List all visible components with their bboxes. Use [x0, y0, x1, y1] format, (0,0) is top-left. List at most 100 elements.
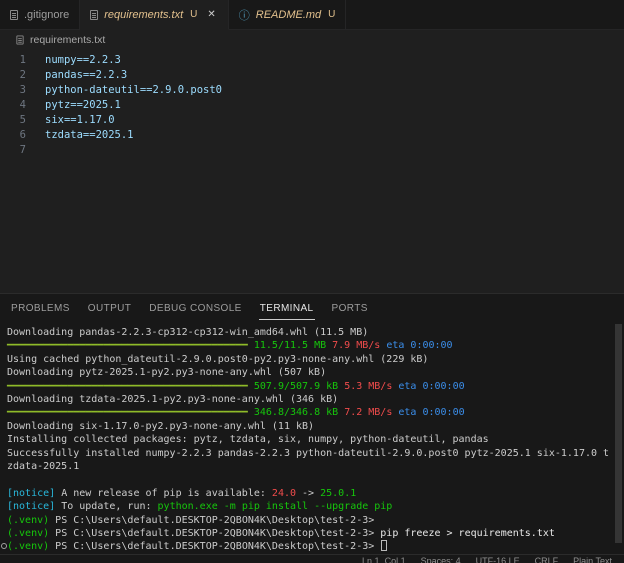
git-untracked-badge: U: [328, 9, 335, 20]
status-item-plain-text[interactable]: Plain Text: [573, 555, 612, 563]
terminal-line: [notice] To update, run: python.exe -m p…: [7, 500, 610, 513]
terminal-line: Downloading six-1.17.0-py2.py3-none-any.…: [7, 420, 610, 433]
terminal-text: ━━━━━━━━━━━━━━━━━━━━━━━━━━━━━━━━━━━━━━━━: [7, 340, 248, 351]
panel-tab-output[interactable]: OUTPUT: [87, 297, 133, 320]
terminal-text: pip freeze > requirements.txt: [374, 528, 555, 539]
terminal-text: Downloading pytz-2025.1-py2.py3-none-any…: [7, 367, 326, 378]
terminal[interactable]: Downloading pandas-2.2.3-cp312-cp312-win…: [0, 322, 624, 554]
terminal-line: Downloading pytz-2025.1-py2.py3-none-any…: [7, 366, 610, 379]
editor-line[interactable]: 6tzdata==2025.1: [0, 128, 624, 143]
terminal-text: eta 0:00:00: [398, 381, 464, 392]
terminal-line: Successfully installed numpy-2.2.3 panda…: [7, 447, 610, 460]
editor-line[interactable]: 3python-dateutil==2.9.0.post0: [0, 83, 624, 98]
tab-label: README.md: [256, 9, 321, 21]
terminal-text: 11.5/11.5 MB: [254, 340, 326, 351]
terminal-text: (.venv): [7, 528, 49, 539]
terminal-line: Installing collected packages: pytz, tzd…: [7, 433, 610, 446]
terminal-text: ━━━━━━━━━━━━━━━━━━━━━━━━━━━━━━━━━━━━━━━━: [7, 381, 248, 392]
line-number: 4: [0, 98, 26, 113]
terminal-line: (.venv) PS C:\Users\default.DESKTOP-2QBO…: [7, 527, 610, 540]
terminal-text: Using cached python_dateutil-2.9.0.post0…: [7, 354, 428, 365]
panel-tab-problems[interactable]: PROBLEMS: [10, 297, 71, 320]
line-number: 5: [0, 113, 26, 128]
terminal-text: PS C:\Users\default.DESKTOP-2QBON4K\Desk…: [49, 541, 380, 552]
terminal-text: zdata-2025.1: [7, 461, 79, 472]
git-untracked-badge: U: [190, 9, 197, 20]
code-text: tzdata==2025.1: [26, 128, 134, 143]
terminal-text: 507.9/507.9 kB: [254, 381, 338, 392]
file-icon: [10, 10, 18, 20]
close-icon[interactable]: ✕: [205, 8, 217, 21]
terminal-text: Downloading pandas-2.2.3-cp312-cp312-win…: [7, 327, 368, 338]
panel-tab-terminal[interactable]: TERMINAL: [259, 297, 315, 320]
terminal-line: Downloading tzdata-2025.1-py2.py3-none-a…: [7, 393, 610, 406]
tab-label: requirements.txt: [104, 9, 183, 21]
breadcrumb[interactable]: requirements.txt: [0, 30, 624, 50]
status-bar: Ln 1, Col 1 Spaces: 4 UTF-16 LE CRLF Plain T…: [0, 554, 624, 563]
line-number: 7: [0, 143, 26, 158]
terminal-line: Using cached python_dateutil-2.9.0.post0…: [7, 353, 610, 366]
terminal-cursor: [381, 540, 387, 551]
terminal-text: Downloading tzdata-2025.1-py2.py3-none-a…: [7, 394, 338, 405]
tab-label: .gitignore: [24, 9, 69, 21]
terminal-text: 7.9 MB/s: [332, 340, 380, 351]
readme-info-icon: ⓘ: [239, 7, 250, 23]
terminal-line: ━━━━━━━━━━━━━━━━━━━━━━━━━━━━━━━━━━━━━━━━…: [7, 380, 610, 393]
code-text: pytz==2025.1: [26, 98, 121, 113]
terminal-text: eta 0:00:00: [386, 340, 452, 351]
breadcrumb-filename: requirements.txt: [30, 34, 105, 46]
line-number: 6: [0, 128, 26, 143]
terminal-scrollbar[interactable]: [615, 324, 622, 552]
code-editor[interactable]: 1numpy==2.2.32pandas==2.2.33python-dateu…: [0, 50, 624, 293]
terminal-line: zdata-2025.1: [7, 460, 610, 473]
editor-line[interactable]: 5six==1.17.0: [0, 113, 624, 128]
terminal-text: To update, run:: [55, 501, 157, 512]
scrollbar-thumb[interactable]: [615, 324, 622, 543]
code-text: six==1.17.0: [26, 113, 115, 128]
panel-tab-ports[interactable]: PORTS: [331, 297, 369, 320]
terminal-text: Successfully installed numpy-2.2.3 panda…: [7, 448, 609, 459]
terminal-text: python.exe -m pip install --upgrade pip: [158, 501, 393, 512]
code-text: numpy==2.2.3: [26, 53, 121, 68]
code-text: [26, 143, 45, 158]
status-item-utf-16-le[interactable]: UTF-16 LE: [476, 555, 520, 563]
panel-tab-debug-console[interactable]: DEBUG CONSOLE: [148, 297, 242, 320]
editor-line[interactable]: 2pandas==2.2.3: [0, 68, 624, 83]
terminal-line: ━━━━━━━━━━━━━━━━━━━━━━━━━━━━━━━━━━━━━━━━…: [7, 339, 610, 352]
line-number: 1: [0, 53, 26, 68]
terminal-line: (.venv) PS C:\Users\default.DESKTOP-2QBO…: [7, 540, 610, 553]
terminal-text: (.venv): [7, 541, 49, 552]
terminal-text: ->: [296, 488, 320, 499]
terminal-text: (.venv): [7, 515, 49, 526]
terminal-text: 7.2 MB/s: [344, 407, 392, 418]
status-item-ln-1-col-1[interactable]: Ln 1, Col 1: [362, 555, 406, 563]
terminal-text: ━━━━━━━━━━━━━━━━━━━━━━━━━━━━━━━━━━━━━━━━: [7, 407, 248, 418]
terminal-text: eta 0:00:00: [398, 407, 464, 418]
terminal-line: ━━━━━━━━━━━━━━━━━━━━━━━━━━━━━━━━━━━━━━━━…: [7, 406, 610, 419]
status-item-spaces-4[interactable]: Spaces: 4: [421, 555, 461, 563]
tab-readme-md[interactable]: ⓘ README.md U: [229, 0, 347, 29]
terminal-text: A new release of pip is available:: [55, 488, 272, 499]
tab-gitignore[interactable]: .gitignore: [0, 0, 80, 29]
file-icon: [90, 10, 98, 20]
terminal-text: 5.3 MB/s: [344, 381, 392, 392]
panel-tab-bar: PROBLEMS OUTPUT DEBUG CONSOLE TERMINAL PORTS: [0, 294, 624, 322]
code-text: pandas==2.2.3: [26, 68, 127, 83]
file-icon: [16, 36, 23, 45]
code-text: python-dateutil==2.9.0.post0: [26, 83, 222, 98]
terminal-text: PS C:\Users\default.DESKTOP-2QBON4K\Desk…: [49, 528, 374, 539]
terminal-text: 25.0.1: [320, 488, 356, 499]
terminal-text: 24.0: [272, 488, 296, 499]
editor-line[interactable]: 7: [0, 143, 624, 158]
tab-requirements-txt[interactable]: requirements.txt U ✕: [80, 0, 229, 30]
editor-line[interactable]: 1numpy==2.2.3: [0, 53, 624, 68]
status-item-crlf[interactable]: CRLF: [535, 555, 559, 563]
line-number: 3: [0, 83, 26, 98]
terminal-text: Installing collected packages: pytz, tzd…: [7, 434, 489, 445]
vscode-window: .gitignore requirements.txt U ✕ ⓘ README…: [0, 0, 624, 563]
terminal-line: (.venv) PS C:\Users\default.DESKTOP-2QBO…: [7, 514, 610, 527]
terminal-line: Downloading pandas-2.2.3-cp312-cp312-win…: [7, 326, 610, 339]
editor-line[interactable]: 4pytz==2025.1: [0, 98, 624, 113]
terminal-text: [notice]: [7, 488, 55, 499]
terminal-text: PS C:\Users\default.DESKTOP-2QBON4K\Desk…: [49, 515, 374, 526]
